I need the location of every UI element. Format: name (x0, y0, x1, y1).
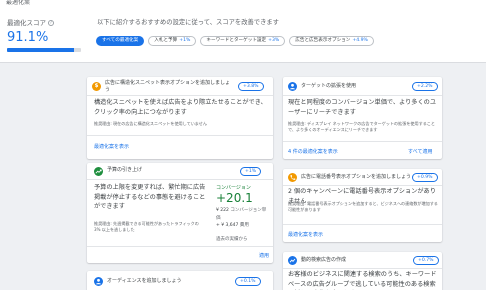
card-targeting-expansion: ターゲットの拡張を使用 +2.2% 現在と同程度のコンバージョン単価で、より多く… (283, 77, 442, 159)
card-description: お客様のビジネスに関連する検索のうち、キーワードベースの広告グループで逃している… (288, 271, 437, 288)
score-progress-bar (7, 48, 81, 52)
card-reason: 推奨理由: ディスプレイ ネットワークの広告でターゲットの拡張を使用すること で… (288, 121, 435, 133)
card-description: 現在と同程度のコンバージョン単価で、より多くのユーザーにリーチできます (288, 99, 437, 116)
apply-button[interactable]: 適用 (259, 252, 269, 259)
chip-all[interactable]: すべての最適化案 (96, 36, 145, 46)
score-impact-badge: +2.2% (412, 82, 438, 91)
card-title: 予算の引き上げ (107, 167, 143, 173)
person-glyph (290, 83, 295, 90)
card-reason: 推奨理由: 先週掲載できる可能性があったトラフィックの 3% 以上を逃しました (94, 221, 199, 233)
card-title: 広告に電話番号表示オプションを追加しましょう (301, 174, 412, 180)
divider (283, 224, 442, 225)
view-recommendation-link[interactable]: 最適化案を表示 (288, 231, 323, 238)
dollar-icon: $ (92, 82, 101, 91)
score-value: 91.1% (7, 30, 49, 45)
chip-label: 広告と広告表示オプション (295, 38, 351, 43)
score-impact-badge: +0.9% (412, 173, 438, 182)
card-dynamic-search-ads: 動的検索広告の作成 +0.7% お客様のビジネスに関連する検索のうち、キーワード… (283, 252, 442, 290)
score-impact-badge: +0.7% (413, 256, 439, 265)
cpa-value: ¥ 222 (216, 208, 229, 213)
score-impact-badge: +0.1% (235, 277, 261, 286)
chip-ads-extensions[interactable]: 広告と広告表示オプション +4.9% (289, 36, 374, 46)
divider (87, 95, 273, 96)
conversion-footnote: 過去の実績から (216, 237, 248, 242)
card-add-audiences: オーディエンスを追加しましょう +0.1% (87, 271, 273, 290)
phone-glyph (290, 175, 296, 180)
card-title: 動的検索広告の作成 (301, 257, 347, 263)
chip-delta: +3% (268, 38, 280, 43)
card-title: 広告に構造化スニペット表示オプションを追加しましょう (105, 80, 231, 93)
score-label-text: 最適化スコア (7, 19, 46, 27)
page-title: 最適化案 (6, 0, 31, 6)
conversion-value: +20.1 (216, 191, 253, 205)
card-description: 予算の上限を変更すれば、繁忙期に広告掲載が停止するなどの事態を避けることができま… (94, 184, 206, 210)
apply-all-button[interactable]: すべて適用 (408, 148, 432, 155)
score-progress-fill (7, 48, 75, 52)
card-description: 構造化スニペットを使えば広告をより際立たせることができ、クリック率の向上につなが… (94, 99, 267, 116)
conversion-details: ¥ 222 コンバージョン単価 + ¥ 3,647 費用 (216, 207, 268, 230)
spend-label: 費用 (239, 223, 249, 228)
cpa-row: ¥ 222 コンバージョン単価 (216, 207, 268, 222)
score-impact-badge: +3.8% (238, 82, 264, 91)
divider (283, 95, 442, 96)
view-recommendations-link[interactable]: 4 件の最適化案を表示 (288, 148, 338, 155)
phone-icon (288, 173, 297, 182)
card-budget-increase: 予算の引き上げ +1% 予算の上限を変更すれば、繁忙期に広告掲載が停止するなどの… (87, 163, 273, 263)
spend-value: + ¥ 3,647 (216, 223, 239, 228)
intro-text: 以下に紹介するおすすめの設定に従って、スコアを改善できます (97, 19, 279, 26)
view-recommendation-link[interactable]: 最適化案を表示 (94, 143, 129, 150)
card-title: オーディエンスを追加しましょう (107, 278, 182, 284)
divider (87, 246, 273, 247)
score-impact-badge: +1% (240, 167, 262, 176)
chip-delta: +4.9% (352, 38, 368, 43)
chip-label: 入札と予算 (154, 38, 178, 43)
spend-row: + ¥ 3,647 費用 (216, 222, 268, 230)
divider (87, 179, 273, 180)
card-structured-snippet: $ 広告に構造化スニペット表示オプションを追加しましょう +3.8% 構造化スニ… (87, 77, 273, 159)
trending-up-icon (94, 167, 103, 176)
person-icon (288, 82, 297, 91)
score-label: 最適化スコア? (7, 17, 54, 27)
card-call-extension: 広告に電話番号表示オプションを追加しましょう +0.9% 2 個のキャンペーンに… (283, 169, 442, 242)
chip-delta: +1% (179, 38, 191, 43)
divider (283, 141, 442, 142)
chip-bidding-budget[interactable]: 入札と予算 +1% (148, 36, 197, 46)
ads-glyph (289, 258, 296, 263)
score-header: 最適化案 最適化スコア? 91.1% 以下に紹介するおすすめの設定に従って、スコ… (0, 0, 486, 63)
trending-up-glyph (95, 169, 102, 174)
card-reason: 推奨理由: 電話番号表示オプションを追加すると、ビジネスへの連絡数が増加する可能… (288, 201, 438, 213)
filter-chips: すべての最適化案 入札と予算 +1% キーワードとターゲット設定 +3% 広告と広告… (96, 36, 374, 46)
help-icon[interactable]: ? (48, 20, 54, 26)
chip-label: キーワードとターゲット設定 (206, 38, 267, 43)
divider (87, 135, 273, 136)
card-title: ターゲットの拡張を使用 (301, 83, 357, 89)
card-reason: 推奨理由: 現在の広告に構造化スニペットを使用していません (94, 121, 207, 126)
divider (283, 268, 442, 269)
person-glyph (96, 278, 101, 285)
conversion-label: コンバージョン (216, 185, 251, 191)
ads-icon (288, 256, 297, 265)
person-icon (94, 277, 103, 286)
chip-label: すべての最適化案 (102, 38, 139, 43)
divider (283, 185, 442, 186)
chip-keywords-targeting[interactable]: キーワードとターゲット設定 +3% (200, 36, 286, 46)
